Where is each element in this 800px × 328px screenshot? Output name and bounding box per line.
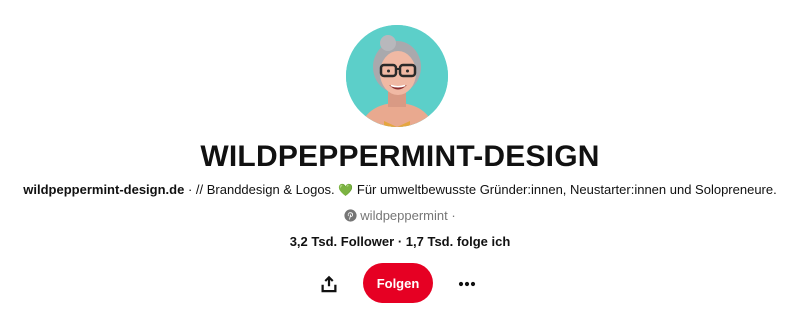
website-link[interactable]: wildpeppermint-design.de [23, 182, 184, 197]
handle-separator: · [447, 208, 456, 223]
follow-button[interactable]: Folgen [363, 263, 433, 303]
pinterest-logo-icon [344, 209, 357, 225]
more-dots-icon [458, 281, 476, 287]
bio-suffix: Für umweltbewusste Gründer:innen, Neusta… [356, 182, 777, 197]
avatar[interactable] [346, 25, 448, 127]
profile-header: WILDPEPPERMINT-DESIGN wildpeppermint-des… [0, 0, 800, 328]
handle-row: wildpeppermint · [0, 208, 800, 225]
bio-separator: · [184, 182, 196, 197]
share-icon [321, 275, 337, 293]
profile-stats: 3,2 Tsd. Follower · 1,7 Tsd. folge ich [0, 234, 800, 249]
stats-separator: · [394, 234, 406, 249]
profile-name: WILDPEPPERMINT-DESIGN [200, 140, 600, 173]
following-count[interactable]: 1,7 Tsd. folge ich [406, 234, 511, 249]
more-options-button[interactable] [449, 266, 485, 302]
avatar-illustration [346, 25, 448, 127]
profile-handle[interactable]: wildpeppermint [360, 208, 447, 223]
profile-bio: wildpeppermint-design.de · // Branddesig… [0, 182, 800, 197]
profile-actions: Folgen [0, 263, 800, 305]
share-button[interactable] [311, 266, 347, 302]
follower-count[interactable]: 3,2 Tsd. Follower [290, 234, 395, 249]
green-heart-icon: 💚 [338, 183, 354, 197]
bio-prefix: // Branddesign & Logos. [195, 182, 335, 197]
